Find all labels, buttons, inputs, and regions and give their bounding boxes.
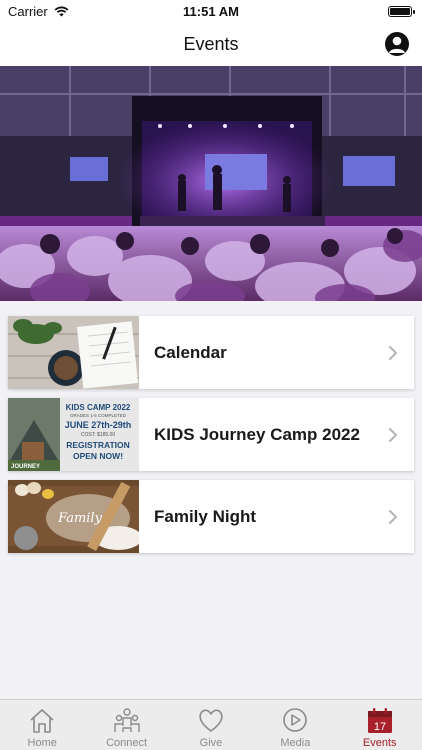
worship-stage-illustration [0,66,422,301]
kids-thumb-line4: COST: $185.00 [81,432,115,438]
home-icon [30,709,54,733]
connect-icon [113,708,140,732]
kids-thumb-brand: JOURNEY [11,464,40,470]
chevron-right-icon [389,345,397,360]
status-bar: Carrier 11:51 AM [0,0,422,22]
kids-thumb-line3: JUNE 27th-29th [65,420,132,430]
kids-thumb-line6: OPEN NOW! [73,451,123,461]
tab-label: Connect [106,737,148,749]
nav-bar: Events [0,22,422,66]
event-label: Family Night [154,506,257,526]
calendar-icon: 17 [367,708,392,733]
wifi-icon [54,6,69,16]
heart-icon [199,709,223,732]
kids-thumb-line2: GRADES 1-5 COMPLETED [70,413,127,418]
calendar-thumbnail [8,316,139,389]
hero-image [0,66,422,301]
tab-bar: Home Connect Give Media 17 Events [0,699,422,750]
event-label: Calendar [154,342,227,362]
tab-label: Give [199,737,223,749]
page-title: Events [183,33,239,54]
event-label: KIDS Journey Camp 2022 [154,424,360,444]
tab-label: Media [280,737,311,749]
family-thumb-script: Family [57,511,103,526]
kids-thumb-line1: KIDS CAMP 2022 [66,403,131,412]
play-icon [283,708,308,732]
chevron-right-icon [389,509,397,524]
tab-home[interactable]: Home [0,700,84,749]
event-item-calendar[interactable]: Calendar [8,316,414,389]
event-item-kids-camp[interactable]: JOURNEY KIDS CAMP 2022 GRADES 1-5 COMPLE… [8,398,414,471]
tab-connect[interactable]: Connect [85,700,169,749]
kids-camp-thumbnail: JOURNEY KIDS CAMP 2022 GRADES 1-5 COMPLE… [8,398,139,471]
status-left: Carrier [8,4,69,19]
user-icon [389,36,405,53]
profile-button[interactable] [385,32,409,56]
chevron-right-icon [389,427,397,442]
event-item-family-night[interactable]: Family Family Night [8,480,414,553]
carrier-label: Carrier [8,3,48,19]
kids-thumb-line5: REGISTRATION [66,440,130,450]
battery-icon [388,5,415,17]
event-list: Calendar JOURNEY KIDS CAMP 2022 GRADES 1… [8,316,414,553]
tab-label: Home [27,737,57,749]
tab-media[interactable]: Media [253,700,337,749]
tab-events[interactable]: 17 Events [338,700,422,749]
family-night-thumbnail: Family [8,480,139,553]
calendar-badge: 17 [374,721,386,733]
tab-give[interactable]: Give [169,700,253,749]
tab-label: Events [362,737,397,749]
